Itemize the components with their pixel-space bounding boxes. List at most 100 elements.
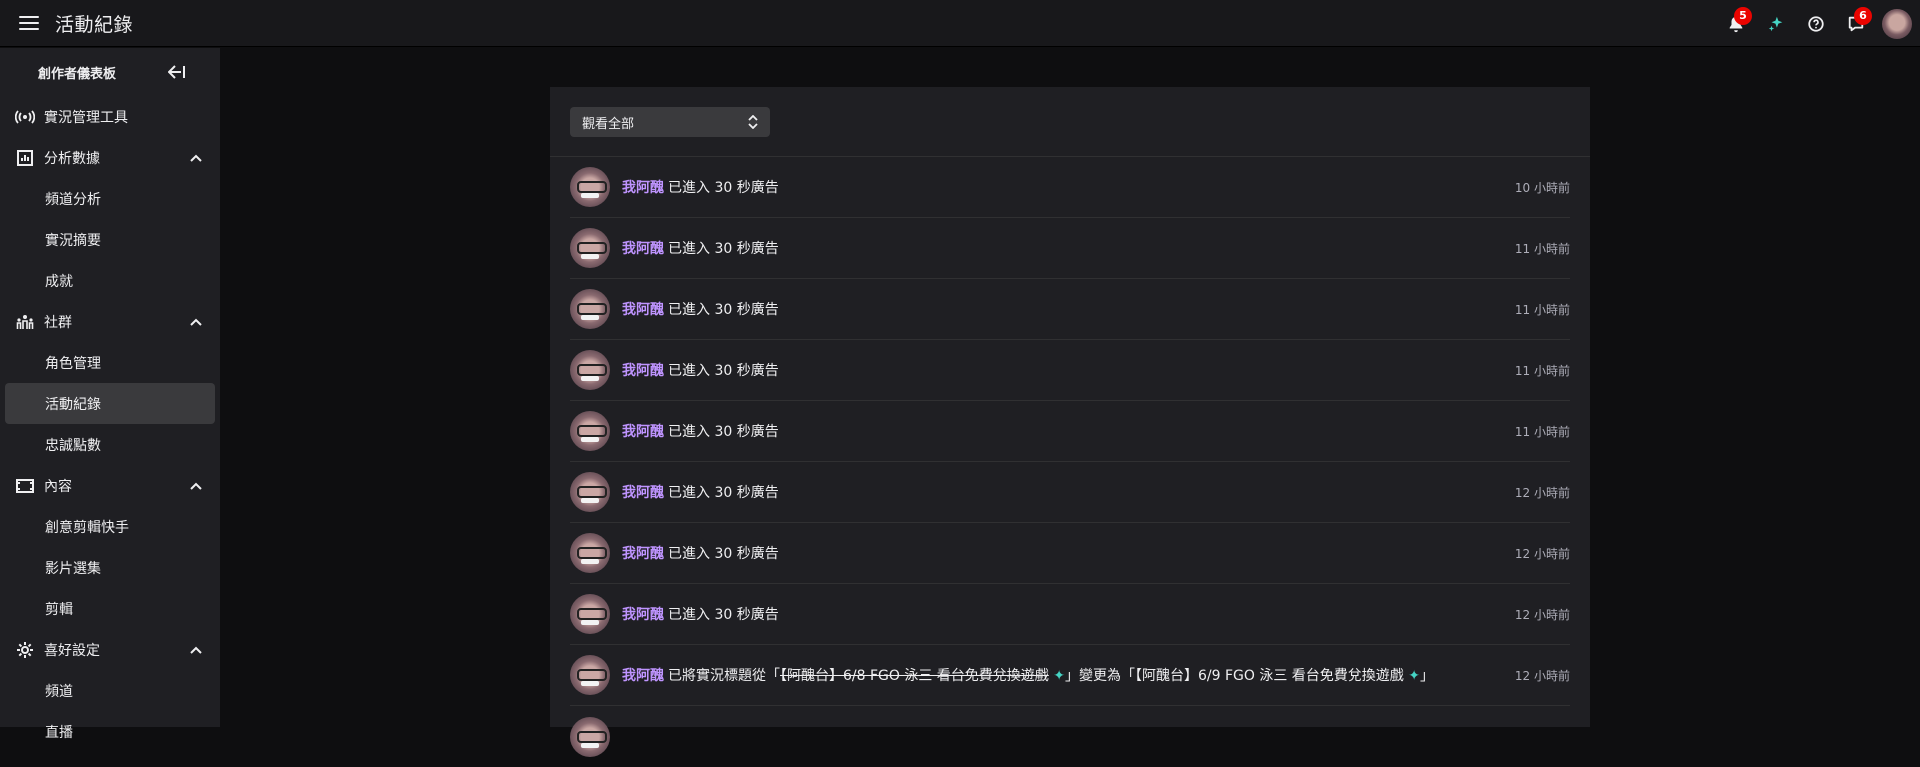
community-icon [15, 312, 35, 332]
user-avatar[interactable] [570, 533, 610, 573]
sidebar-item-roles-manager[interactable]: 角色管理 [0, 342, 220, 383]
activity-action: 已進入 30 秒廣告 [668, 424, 779, 440]
broadcast-icon [15, 107, 35, 127]
notifications-button[interactable]: 5 [1716, 4, 1756, 44]
sparkle-emote-icon: ✦ [1053, 668, 1065, 684]
activity-action: 已進入 30 秒廣告 [668, 241, 779, 257]
sidebar-item-label: 內容 [44, 478, 72, 495]
activity-username[interactable]: 我阿醜 [622, 668, 664, 684]
activity-text: 我阿醜 已將實況標題從「【阿醜台】6/8 FGO 泳三 看台免費兌換遊戲 ✦」變更… [622, 665, 1495, 685]
activity-text: 我阿醜 已進入 30 秒廣告 [622, 482, 1495, 502]
sparkle-button[interactable] [1756, 4, 1796, 44]
select-arrows-icon [748, 115, 758, 129]
user-avatar[interactable] [570, 472, 610, 512]
activity-action: 已進入 30 秒廣告 [668, 546, 779, 562]
sidebar-item-community[interactable]: 社群 [0, 301, 220, 342]
filter-select-value: 觀看全部 [582, 116, 635, 132]
top-right-actions: 5 6 [1716, 0, 1912, 47]
sidebar-item-preferences[interactable]: 喜好設定 [0, 629, 220, 670]
sidebar-item-clip-creator[interactable]: 創意剪輯快手 [0, 506, 220, 547]
sidebar-item-stream-summary[interactable]: 實況摘要 [0, 219, 220, 260]
activity-time: 12 小時前 [1514, 485, 1570, 500]
activity-text: 我阿醜 已進入 30 秒廣告 [622, 238, 1495, 258]
user-avatar[interactable] [570, 289, 610, 329]
sidebar-item-label: 社群 [44, 314, 72, 331]
title-change-prefix: 已將實況標題從「 [668, 668, 780, 684]
activity-time: 10 小時前 [1514, 180, 1570, 195]
user-avatar[interactable] [570, 716, 610, 757]
activity-text: 我阿醜 已進入 30 秒廣告 [622, 543, 1495, 563]
sidebar-item-channel-points[interactable]: 忠誠點數 [0, 424, 220, 465]
activity-row: 我阿醜 已進入 30 秒廣告 11 小時前 [570, 279, 1570, 340]
activity-row: 我阿醜 已進入 30 秒廣告 10 小時前 [570, 157, 1570, 218]
user-avatar[interactable] [570, 350, 610, 390]
title-change-suffix: 」 [1420, 668, 1434, 684]
sidebar-item-achievements[interactable]: 成就 [0, 260, 220, 301]
top-bar: 活動紀錄 5 6 [0, 0, 1920, 47]
chevron-up-icon [190, 318, 202, 326]
activity-username[interactable]: 我阿醜 [622, 607, 664, 623]
activity-action: 已進入 30 秒廣告 [668, 607, 779, 623]
title-change-middle: 」變更為「 [1065, 668, 1135, 684]
user-avatar[interactable] [570, 655, 610, 695]
user-avatar[interactable] [570, 411, 610, 451]
activity-time: 11 小時前 [1514, 363, 1570, 378]
sidebar-item-channel-analytics[interactable]: 頻道分析 [0, 178, 220, 219]
activity-time: 11 小時前 [1514, 424, 1570, 439]
help-button[interactable] [1796, 4, 1836, 44]
activity-time: 11 小時前 [1514, 241, 1570, 256]
activity-row [570, 706, 1570, 767]
activity-row: 我阿醜 已進入 30 秒廣告 11 小時前 [570, 340, 1570, 401]
filter-select[interactable]: 觀看全部 [570, 107, 770, 137]
activity-text: 我阿醜 已進入 30 秒廣告 [622, 299, 1495, 319]
new-stream-title: 【阿醜台】6/9 FGO 泳三 看台免費兌換遊戲 [1135, 668, 1404, 684]
notifications-badge: 5 [1734, 6, 1752, 25]
sparkle-icon [1768, 16, 1783, 31]
user-avatar[interactable] [1882, 8, 1912, 39]
sidebar: 創作者儀表板 實況管理工具 分析數據 頻道分析 實況摘要 成就 社群 角色管理 … [0, 48, 220, 741]
activity-row: 我阿醜 已進入 30 秒廣告 12 小時前 [570, 462, 1570, 523]
page-title: 活動紀錄 [55, 13, 134, 36]
activity-action: 已進入 30 秒廣告 [668, 363, 779, 379]
sidebar-item-label: 分析數據 [44, 150, 100, 167]
activity-row-title-change: 我阿醜 已將實況標題從「【阿醜台】6/8 FGO 泳三 看台免費兌換遊戲 ✦」變更… [570, 645, 1570, 706]
help-icon [1808, 15, 1824, 32]
sidebar-item-channel[interactable]: 頻道 [0, 670, 220, 711]
activity-username[interactable]: 我阿醜 [622, 241, 664, 257]
chevron-up-icon [190, 482, 202, 490]
whispers-button[interactable]: 6 [1836, 4, 1876, 44]
activity-row: 我阿醜 已進入 30 秒廣告 11 小時前 [570, 401, 1570, 462]
user-avatar[interactable] [570, 594, 610, 634]
menu-icon[interactable] [19, 16, 39, 30]
activity-row: 我阿醜 已進入 30 秒廣告 11 小時前 [570, 218, 1570, 279]
sidebar-item-analytics[interactable]: 分析數據 [0, 137, 220, 178]
sparkle-emote-icon: ✦ [1408, 668, 1420, 684]
activity-feed-card: 觀看全部 我阿醜 已進入 30 秒廣告 10 小時前 我阿醜 已進入 30 秒廣告 … [550, 87, 1590, 757]
sidebar-item-label: 喜好設定 [44, 642, 100, 659]
sidebar-title: 創作者儀表板 [38, 66, 117, 82]
collapse-sidebar-icon[interactable] [168, 65, 186, 79]
whispers-badge: 6 [1854, 6, 1872, 25]
activity-username[interactable]: 我阿醜 [622, 302, 664, 318]
activity-time: 12 小時前 [1514, 546, 1570, 561]
activity-username[interactable]: 我阿醜 [622, 546, 664, 562]
activity-username[interactable]: 我阿醜 [622, 485, 664, 501]
sidebar-item-stream-manager[interactable]: 實況管理工具 [0, 96, 220, 137]
user-avatar[interactable] [570, 228, 610, 268]
activity-username[interactable]: 我阿醜 [622, 424, 664, 440]
sidebar-item-collections[interactable]: 影片選集 [0, 547, 220, 588]
activity-row: 我阿醜 已進入 30 秒廣告 12 小時前 [570, 523, 1570, 584]
analytics-icon [15, 148, 35, 168]
old-stream-title: 【阿醜台】6/8 FGO 泳三 看台免費兌換遊戲 [780, 668, 1049, 684]
chevron-up-icon [190, 646, 202, 654]
sidebar-item-stream[interactable]: 直播 [0, 711, 220, 752]
chevron-up-icon [190, 154, 202, 162]
activity-username[interactable]: 我阿醜 [622, 363, 664, 379]
sidebar-item-clips[interactable]: 剪輯 [0, 588, 220, 629]
gear-icon [15, 640, 35, 660]
activity-action: 已進入 30 秒廣告 [668, 302, 779, 318]
sidebar-item-activity-feed[interactable]: 活動紀錄 [5, 383, 215, 424]
activity-username[interactable]: 我阿醜 [622, 180, 664, 196]
user-avatar[interactable] [570, 167, 610, 207]
sidebar-item-content[interactable]: 內容 [0, 465, 220, 506]
